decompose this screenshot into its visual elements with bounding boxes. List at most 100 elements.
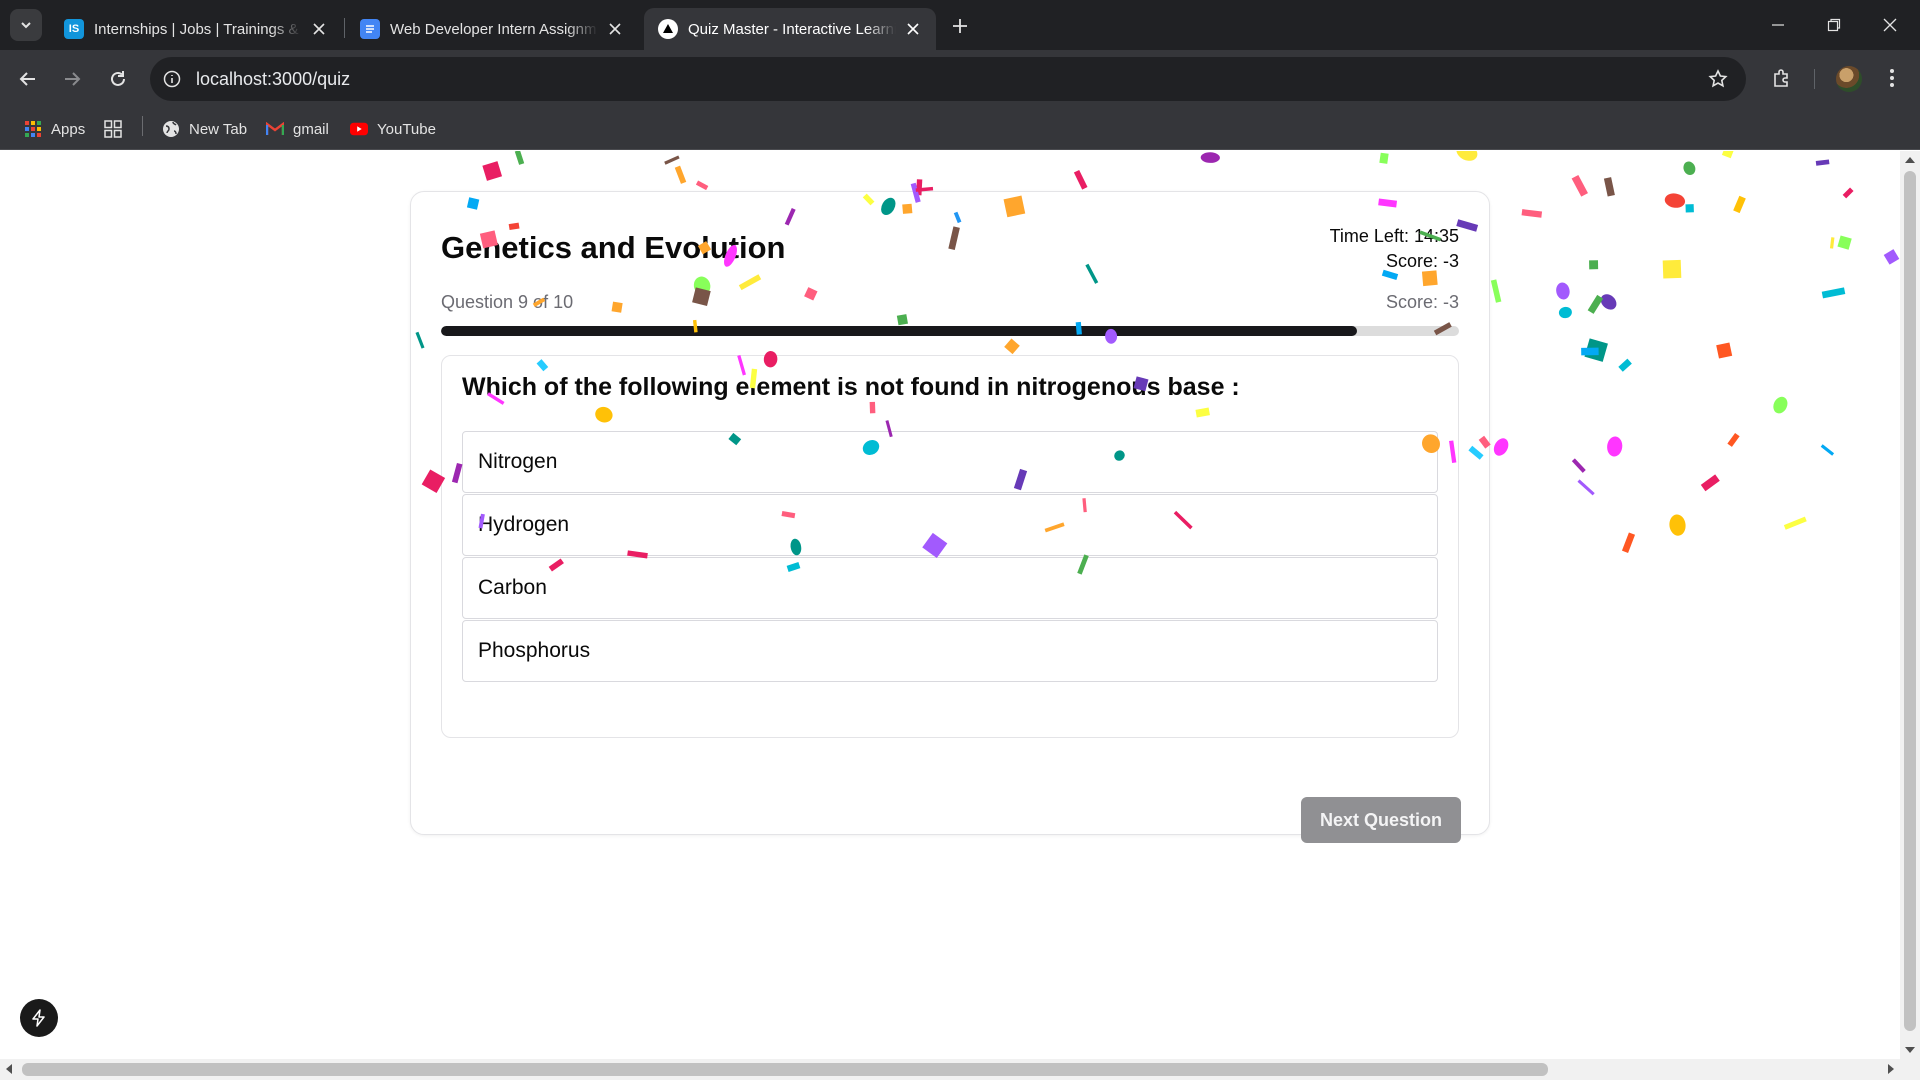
bookmark-apps[interactable]: Apps <box>24 108 85 150</box>
scroll-down-arrow[interactable] <box>1905 1047 1915 1053</box>
option-phosphorus[interactable]: Phosphorus <box>462 620 1438 682</box>
confetti-piece <box>1521 209 1543 218</box>
bookmark-label: Apps <box>51 120 86 138</box>
confetti-piece <box>1571 174 1588 197</box>
confetti-piece <box>1379 152 1389 164</box>
horizontal-scrollbar[interactable] <box>0 1059 1920 1080</box>
restore-icon <box>1827 18 1841 32</box>
close-window-button[interactable] <box>1862 0 1918 50</box>
horizontal-scroll-thumb[interactable] <box>22 1063 1548 1076</box>
confetti-piece <box>1883 249 1900 265</box>
nextjs-dev-indicator[interactable] <box>20 999 58 1037</box>
confetti-piece <box>1683 161 1696 176</box>
forward-button[interactable] <box>56 63 88 95</box>
question-box: Which of the following element is not fo… <box>441 355 1459 738</box>
restore-button[interactable] <box>1806 0 1862 50</box>
progress-bar <box>441 326 1459 336</box>
tab-search-button[interactable] <box>10 9 42 41</box>
confetti-piece <box>695 180 709 191</box>
confetti-piece <box>1618 358 1632 372</box>
option-hydrogen[interactable]: Hydrogen <box>462 494 1438 556</box>
profile-avatar[interactable] <box>1836 66 1862 92</box>
confetti-piece <box>1842 187 1854 199</box>
tab-google-docs[interactable]: Web Developer Intern Assignm <box>346 8 638 50</box>
arrow-right-icon <box>65 72 81 86</box>
bookmark-new-tab[interactable]: New Tab <box>162 108 247 150</box>
confetti-piece <box>1571 458 1586 473</box>
close-icon[interactable] <box>904 20 922 38</box>
confetti-piece <box>1664 193 1686 208</box>
back-button[interactable] <box>12 63 44 95</box>
next-question-button[interactable]: Next Question <box>1301 797 1461 843</box>
confetti-piece <box>1577 479 1595 496</box>
site-info-icon[interactable] <box>160 67 184 91</box>
tab-title: Internships | Jobs | Trainings & I <box>94 20 302 38</box>
tab-title: Web Developer Intern Assignm <box>390 20 597 38</box>
confetti-piece <box>1073 169 1088 190</box>
confetti-piece <box>1603 177 1615 197</box>
confetti-piece <box>1600 294 1617 310</box>
extensions-button[interactable] <box>1766 62 1798 94</box>
quiz-title: Genetics and Evolution <box>441 230 786 265</box>
address-bar[interactable]: localhost:3000/quiz <box>150 57 1746 101</box>
nextjs-icon <box>658 19 678 39</box>
bookmark-tab-groups[interactable] <box>104 108 131 150</box>
browser-menu-button[interactable] <box>1880 62 1904 94</box>
quiz-card: Genetics and Evolution Time Left: 14:35 … <box>410 191 1490 843</box>
google-docs-icon <box>360 19 380 39</box>
score-label: Score: -3 <box>1385 292 1459 312</box>
tab-divider <box>344 18 345 38</box>
new-tab-button[interactable] <box>946 12 974 40</box>
scroll-right-arrow[interactable] <box>1888 1064 1894 1074</box>
confetti-piece <box>674 165 687 184</box>
reload-icon <box>111 71 125 86</box>
score-top: Score: -3 <box>1385 251 1459 271</box>
url-text[interactable]: localhost:3000/quiz <box>196 69 350 90</box>
bookmark-label: gmail <box>293 120 329 138</box>
confetti-piece <box>1584 338 1608 362</box>
lightning-icon <box>32 1009 45 1027</box>
time-left: Time Left: 14:35 <box>1329 226 1459 246</box>
progress-fill <box>441 326 1358 336</box>
scroll-left-arrow[interactable] <box>6 1064 12 1074</box>
confetti-piece <box>1837 235 1852 250</box>
bookmark-gmail[interactable]: gmail <box>266 108 329 150</box>
close-icon[interactable] <box>310 20 328 38</box>
chevron-down-icon <box>21 22 31 29</box>
vertical-scrollbar[interactable] <box>1900 151 1920 1059</box>
confetti-piece <box>1200 152 1220 163</box>
confetti-piece <box>1558 306 1572 319</box>
reload-button[interactable] <box>102 63 134 95</box>
tab-internshala[interactable]: IS Internships | Jobs | Trainings & I <box>50 8 342 50</box>
minimize-button[interactable] <box>1750 0 1806 50</box>
close-icon <box>1883 18 1897 32</box>
puzzle-icon <box>1774 69 1788 87</box>
bookmark-youtube[interactable]: YouTube <box>350 108 436 150</box>
confetti-piece <box>1456 151 1478 161</box>
question-text: Which of the following element is not fo… <box>462 373 1240 401</box>
confetti-piece <box>482 161 503 181</box>
confetti-piece <box>1773 396 1788 414</box>
confetti-piece <box>1669 514 1686 536</box>
timer-panel: Time Left: 14:35 Score: -3 <box>1330 224 1459 274</box>
gmail-icon <box>266 120 284 138</box>
option-carbon[interactable]: Carbon <box>462 557 1438 619</box>
confetti-piece <box>1821 287 1846 299</box>
bookmarks-divider <box>142 116 143 136</box>
bookmark-star-icon[interactable] <box>1706 67 1730 91</box>
confetti-piece <box>1783 516 1807 530</box>
close-icon[interactable] <box>606 20 624 38</box>
confetti-piece <box>1727 432 1740 447</box>
option-nitrogen[interactable]: Nitrogen <box>462 431 1438 493</box>
confetti-piece <box>1815 159 1830 166</box>
vertical-scroll-thumb[interactable] <box>1904 171 1916 1031</box>
confetti-piece <box>1589 260 1599 270</box>
confetti-piece <box>1733 195 1746 214</box>
scroll-up-arrow[interactable] <box>1905 157 1915 163</box>
tab-quiz-master[interactable]: Quiz Master - Interactive Learni <box>644 8 936 50</box>
tab-strip: IS Internships | Jobs | Trainings & I We… <box>0 0 1920 50</box>
page-viewport: Genetics and Evolution Time Left: 14:35 … <box>0 151 1900 1059</box>
minimize-icon <box>1772 24 1784 26</box>
confetti-piece <box>1685 204 1694 213</box>
arrow-left-icon <box>19 72 35 86</box>
